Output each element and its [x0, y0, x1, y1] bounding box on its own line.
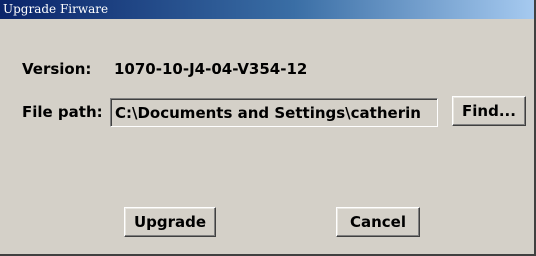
- upgrade-button[interactable]: Upgrade: [124, 207, 216, 237]
- version-value: 1070-10-J4-04-V354-12: [114, 60, 308, 78]
- title-bar[interactable]: Upgrade Firware: [0, 0, 534, 19]
- find-button[interactable]: Find...: [452, 96, 526, 126]
- cancel-button[interactable]: Cancel: [336, 207, 420, 237]
- file-path-label: File path:: [22, 103, 103, 121]
- upgrade-firmware-dialog: Upgrade Firware Version: 1070-10-J4-04-V…: [0, 0, 536, 256]
- file-path-field[interactable]: C:\Documents and Settings\catherin: [110, 98, 438, 127]
- version-label: Version:: [22, 60, 92, 78]
- file-path-value: C:\Documents and Settings\catherin: [115, 104, 421, 122]
- window-title: Upgrade Firware: [3, 2, 109, 16]
